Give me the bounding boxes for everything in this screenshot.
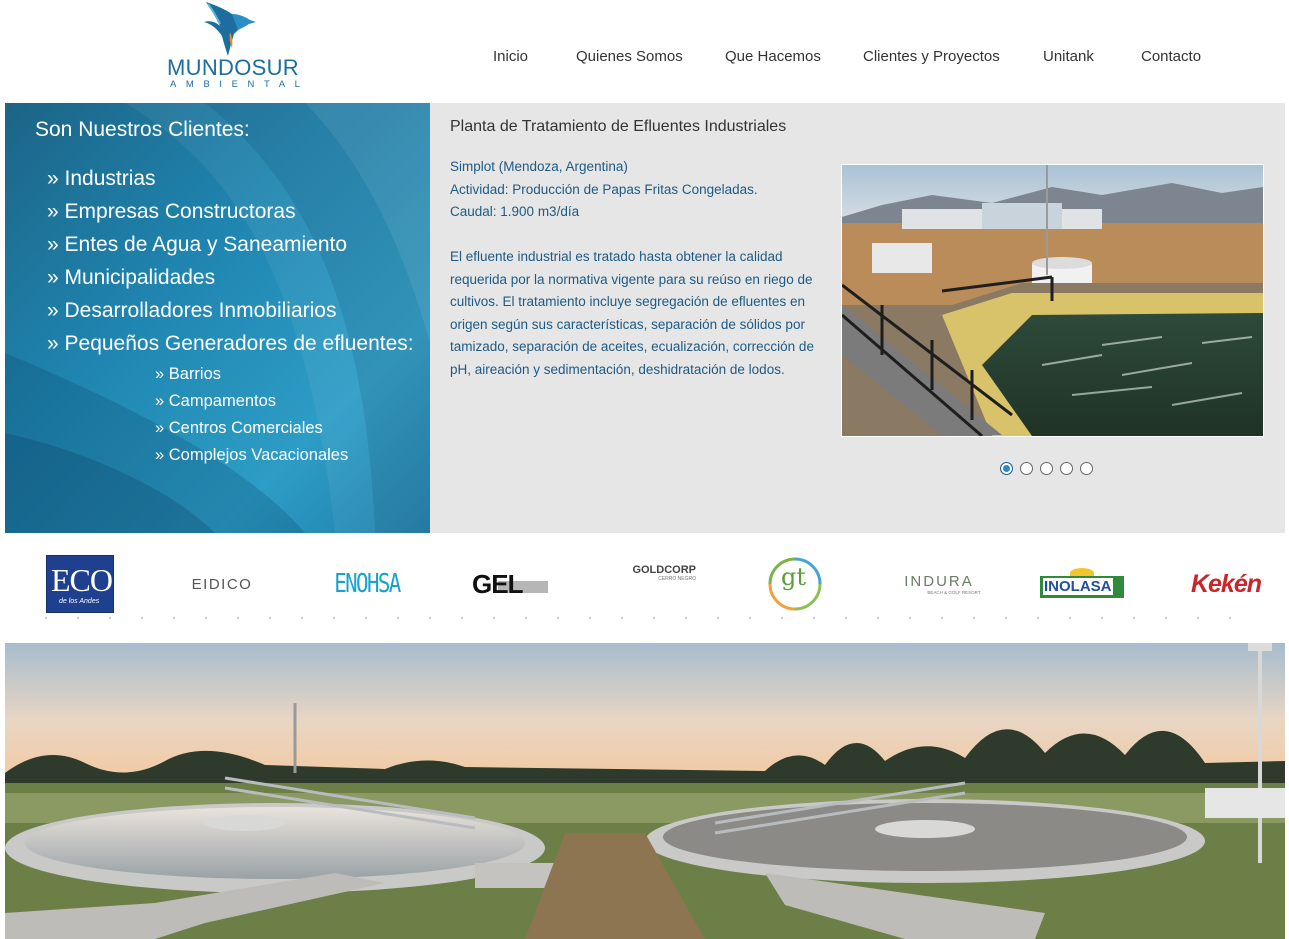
logos-divider [30, 617, 1260, 619]
project-activity: Actividad: Producción de Papas Fritas Co… [450, 182, 758, 197]
kingfisher-icon [204, 2, 256, 56]
gel-logo-text: GEL [472, 569, 523, 599]
nav-contacto[interactable]: Contacto [1141, 48, 1201, 65]
nav-que-hacemos[interactable]: Que Hacemos [725, 48, 821, 65]
slider-dot-3[interactable] [1040, 462, 1053, 475]
project-description: El efluente industrial es tratado hasta … [450, 249, 814, 377]
slider-dot-2[interactable] [1020, 462, 1033, 475]
project-client: Simplot (Mendoza, Argentina) [450, 159, 628, 174]
client-item-desarrolladores: » Desarrolladores Inmobiliarios [47, 299, 337, 322]
nav-inicio[interactable]: Inicio [493, 48, 528, 65]
client-item-industrias: » Industrias [47, 167, 156, 190]
site-header: MUNDOSUR AMBIENTAL Inicio Quienes Somos … [0, 0, 1289, 103]
eco-logo-text: ECO [51, 562, 113, 598]
gt-logo-text: gt [781, 563, 807, 591]
client-subitem-complejos-vacacionales: » Complejos Vacacionales [155, 446, 349, 464]
clients-title: Son Nuestros Clientes: [35, 118, 250, 141]
enohsa-logo-text: ENOHSA [334, 569, 401, 599]
logo-goldcorp[interactable]: GOLDCORP CERRO NEGRO [610, 553, 696, 615]
project-title: Planta de Tratamiento de Efluentes Indus… [450, 118, 787, 135]
client-logos-strip: ECO de los Andes EIDICO ENOHSA GEL GOLDC… [0, 533, 1289, 643]
nav-clientes-proyectos[interactable]: Clientes y Proyectos [863, 48, 1000, 65]
eco-logo-sub: de los Andes [59, 598, 100, 605]
hero-banner-photo [5, 643, 1285, 939]
brand-tagline: AMBIENTAL [170, 79, 310, 90]
logo-eco-de-los-andes[interactable]: ECO de los Andes [46, 553, 114, 615]
mundosur-logo[interactable]: MUNDOSUR AMBIENTAL [166, 0, 300, 92]
keken-logo-text: Kekén [1190, 569, 1262, 598]
eidico-logo-text: EIDICO [191, 575, 253, 593]
slider-dot-1[interactable] [1000, 462, 1013, 475]
client-item-pequenos-generadores: » Pequeños Generadores de efluentes: [47, 332, 414, 355]
logo-enohsa[interactable]: ENOHSA [325, 553, 409, 615]
project-photo [841, 164, 1264, 437]
goldcorp-logo-text: GOLDCORP [632, 564, 696, 576]
treatment-plant-photo [842, 165, 1263, 436]
logo-gel[interactable]: GEL [472, 553, 550, 615]
indura-logo-text: INDURA [904, 573, 974, 590]
slider-dot-4[interactable] [1060, 462, 1073, 475]
client-item-municipalidades: » Municipalidades [47, 266, 216, 289]
indura-logo-sub: BEACH & GOLF RESORT [927, 590, 981, 595]
logo-inolasa[interactable]: INOLASA [1038, 553, 1126, 615]
client-item-constructoras: » Empresas Constructoras [47, 200, 296, 223]
client-subitem-centros-comerciales: » Centros Comerciales [155, 419, 323, 437]
client-subitem-barrios: » Barrios [155, 365, 222, 383]
logo-gt[interactable]: gt [764, 553, 826, 615]
logo-eidico[interactable]: EIDICO [184, 553, 260, 615]
logo-keken[interactable]: Kekén [1184, 553, 1268, 615]
nav-unitank[interactable]: Unitank [1043, 48, 1094, 65]
goldcorp-logo-sub: CERRO NEGRO [658, 576, 696, 582]
wastewater-plant-panorama [5, 643, 1285, 939]
project-flow: Caudal: 1.900 m3/día [450, 204, 580, 219]
project-panel: Planta de Tratamiento de Efluentes Indus… [430, 103, 1285, 533]
logo-indura[interactable]: INDURA BEACH & GOLF RESORT [894, 553, 984, 615]
slider-dot-5[interactable] [1080, 462, 1093, 475]
brand-name: MUNDOSUR [167, 55, 299, 80]
client-item-entes-agua: » Entes de Agua y Saneamiento [47, 233, 348, 256]
client-subitem-campamentos: » Campamentos [155, 392, 277, 410]
inolasa-logo-text: INOLASA [1043, 578, 1113, 595]
nav-quienes-somos[interactable]: Quienes Somos [576, 48, 683, 65]
clients-panel: Son Nuestros Clientes: » Industrias » Em… [5, 103, 430, 533]
